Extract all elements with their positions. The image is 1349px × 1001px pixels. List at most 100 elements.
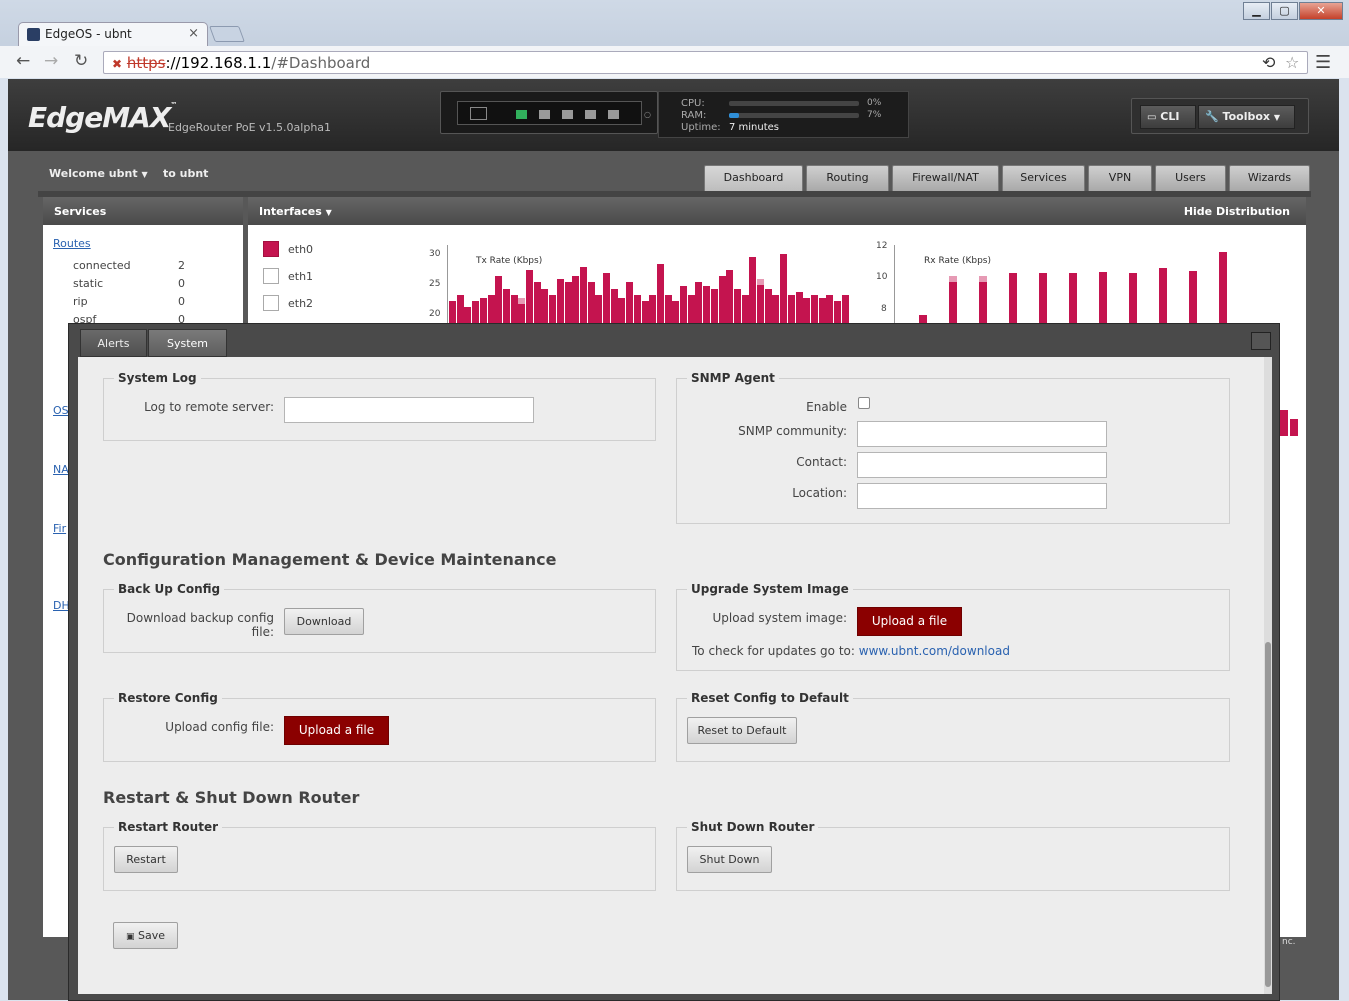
back-arrow-icon[interactable]: ←	[16, 51, 30, 71]
upload-config-button[interactable]: Upload a file	[284, 716, 389, 745]
upload-image-button[interactable]: Upload a file	[857, 607, 962, 636]
nat-link[interactable]: NA	[53, 463, 69, 476]
system-stats: CPU: 0% RAM: 7% Uptime: 7 minutes	[658, 91, 909, 138]
wrench-icon: 🔧	[1205, 110, 1219, 123]
route-row-rip: rip 0	[73, 295, 185, 308]
to-user-label: to ubnt	[163, 167, 209, 180]
restart-section-heading: Restart & Shut Down Router	[103, 788, 360, 807]
dialog-scrollbar[interactable]	[1264, 357, 1272, 994]
updates-link[interactable]: www.ubnt.com/download	[859, 644, 1010, 658]
port-eth2	[562, 110, 573, 119]
chart-bar	[710, 288, 718, 323]
chart-bar	[456, 294, 464, 323]
tab-alerts[interactable]: Alerts	[80, 329, 147, 357]
floppy-disk-icon: ▣	[125, 932, 135, 942]
chart-bar	[472, 301, 480, 323]
rx-ytick: 10	[876, 272, 888, 282]
chart-bar	[487, 294, 495, 323]
chart-bar	[495, 276, 503, 323]
dashboard-edge	[1280, 449, 1306, 937]
console-port-icon	[470, 107, 487, 120]
chart-bar	[726, 269, 734, 323]
tab-users[interactable]: Users	[1155, 165, 1226, 191]
restart-router-legend: Restart Router	[118, 820, 219, 834]
terminal-icon: ▭	[1147, 112, 1157, 123]
toolbox-button[interactable]: 🔧 Toolbox ▼	[1198, 105, 1295, 129]
chart-bar	[449, 301, 456, 323]
rx-chart-title: Rx Rate (Kbps)	[924, 256, 991, 266]
download-button[interactable]: Download	[284, 608, 364, 635]
port-eth4	[608, 110, 619, 119]
backup-config-legend: Back Up Config	[118, 582, 221, 596]
chart-bar	[633, 294, 641, 323]
hide-distribution-link[interactable]: Hide Distribution	[1184, 205, 1290, 218]
chart-bar	[749, 257, 757, 323]
chart-bar	[733, 288, 741, 323]
welcome-text: Welcome ubnt	[49, 167, 138, 180]
tab-close-icon[interactable]: ×	[188, 26, 199, 41]
port-eth0	[516, 110, 527, 119]
eth0-label: eth0	[288, 243, 314, 256]
port-strip: ○	[457, 101, 651, 125]
chart-bar	[541, 288, 549, 323]
router-model: EdgeRouter PoE v1.5.0alpha1	[168, 121, 332, 134]
cli-button[interactable]: ▭ CLI	[1140, 105, 1196, 129]
routes-link[interactable]: Routes	[53, 237, 91, 250]
dialog-close-icon[interactable]	[1251, 332, 1271, 350]
chart-bar	[618, 298, 626, 323]
browser-menu-icon[interactable]: ☰	[1315, 52, 1331, 73]
snmp-enable-checkbox[interactable]	[858, 397, 870, 409]
firewall-link[interactable]: Fir	[53, 522, 66, 535]
chart-bar	[1129, 273, 1137, 323]
welcome-menu[interactable]: Welcome ubnt ▼	[49, 167, 148, 180]
tab-dashboard[interactable]: Dashboard	[704, 165, 803, 191]
chart-bar	[834, 301, 841, 323]
window-close-icon[interactable]: ✕	[1299, 2, 1343, 20]
browser-tab[interactable]: EdgeOS - ubnt ×	[18, 22, 208, 46]
eth2-toggle[interactable]	[263, 295, 279, 311]
check-updates-text: To check for updates go to: www.ubnt.com…	[692, 644, 1010, 658]
ospf-link[interactable]: OS	[53, 404, 69, 417]
chart-bar	[1189, 270, 1197, 323]
tab-routing[interactable]: Routing	[806, 165, 889, 191]
tab-vpn[interactable]: VPN	[1088, 165, 1152, 191]
reset-default-button[interactable]: Reset to Default	[687, 717, 797, 744]
interfaces-header[interactable]: Interfaces ▼	[248, 197, 1306, 225]
chart-bar	[649, 294, 657, 323]
tab-wizards[interactable]: Wizards	[1229, 165, 1310, 191]
chart-bar	[656, 263, 664, 323]
shutdown-button[interactable]: Shut Down	[687, 846, 772, 873]
forward-arrow-icon[interactable]: →	[44, 51, 58, 71]
tab-services[interactable]: Services	[1002, 165, 1085, 191]
tab-system[interactable]: System	[148, 329, 227, 357]
backup-label: Download backup config file:	[126, 611, 274, 639]
snmp-location-label: Location:	[792, 486, 847, 500]
chart-bar	[695, 282, 703, 323]
restart-button[interactable]: Restart	[114, 846, 178, 873]
save-button[interactable]: ▣ Save	[113, 922, 178, 949]
sync-icon[interactable]: ⟲	[1262, 53, 1275, 72]
snmp-contact-input[interactable]	[857, 452, 1107, 478]
eth2-label: eth2	[288, 297, 314, 310]
eth0-toggle[interactable]	[263, 241, 279, 257]
address-bar[interactable]: ✖ https://192.168.1.1/#Dashboard	[103, 51, 1308, 74]
remote-server-input[interactable]	[284, 397, 534, 423]
chart-bar	[1219, 252, 1227, 323]
scrollbar-thumb[interactable]	[1265, 642, 1271, 987]
eth1-toggle[interactable]	[263, 268, 279, 284]
chart-bar	[687, 294, 695, 323]
snmp-community-input[interactable]	[857, 421, 1107, 447]
power-led-icon: ○	[644, 110, 651, 119]
maximize-icon[interactable]: ▢	[1271, 2, 1298, 20]
snmp-location-input[interactable]	[857, 483, 1107, 509]
new-tab-button[interactable]	[209, 26, 245, 42]
insecure-lock-icon: ✖	[112, 57, 123, 71]
reload-icon[interactable]: ↻	[74, 51, 88, 71]
save-label: Save	[138, 929, 166, 942]
bookmark-star-icon[interactable]: ☆	[1285, 53, 1299, 72]
minimize-icon[interactable]: ▁	[1243, 2, 1270, 20]
chart-bar	[610, 288, 618, 323]
tab-firewall-nat[interactable]: Firewall/NAT	[892, 165, 999, 191]
dialog-body: System Log Log to remote server: SNMP Ag…	[78, 357, 1272, 994]
route-row-static: static 0	[73, 277, 185, 290]
